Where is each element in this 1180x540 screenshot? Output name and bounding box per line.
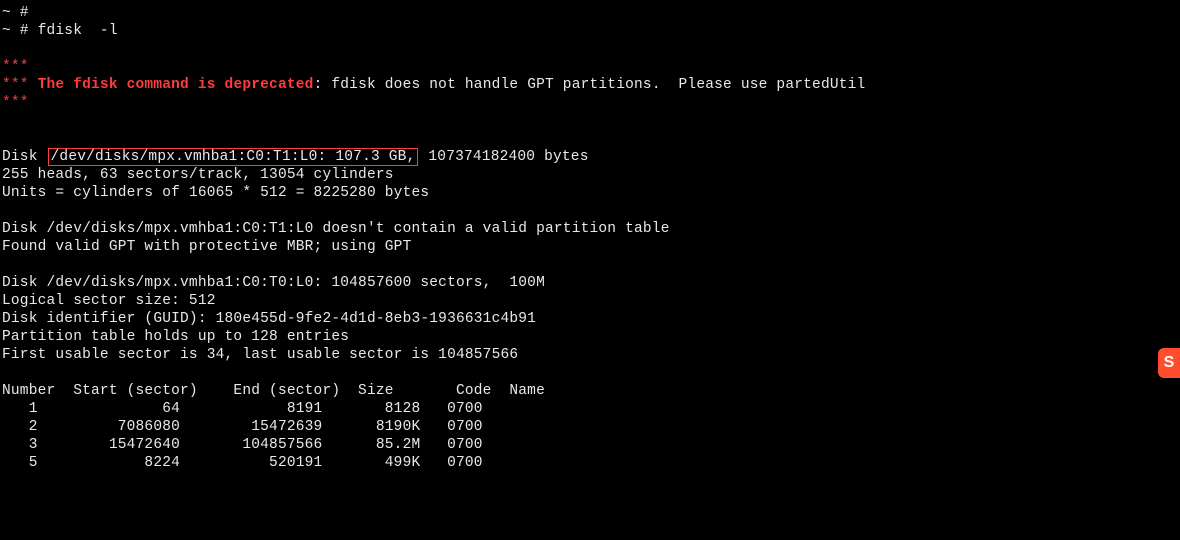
units-line: Units = cylinders of 16065 * 512 = 82252… bbox=[2, 184, 1180, 202]
found-gpt-line: Found valid GPT with protective MBR; usi… bbox=[2, 238, 1180, 256]
disk-line-2: Disk /dev/disks/mpx.vmhba1:C0:T0:L0: 104… bbox=[2, 274, 1180, 292]
disk-line-1: Disk /dev/disks/mpx.vmhba1:C0:T1:L0: 107… bbox=[2, 148, 1180, 166]
no-partition-table-line: Disk /dev/disks/mpx.vmhba1:C0:T1:L0 does… bbox=[2, 220, 1180, 238]
deprecated-message: *** The fdisk command is deprecated: fdi… bbox=[2, 76, 1180, 94]
deprecated-prefix: *** bbox=[2, 77, 38, 93]
blank-line bbox=[2, 256, 1180, 274]
disk-suffix: 107374182400 bytes bbox=[419, 149, 588, 165]
side-badge[interactable]: S bbox=[1158, 348, 1180, 378]
blank-line bbox=[2, 202, 1180, 220]
table-row: 3 15472640 104857566 85.2M 0700 bbox=[2, 436, 1180, 454]
partition-table-header: Number Start (sector) End (sector) Size … bbox=[2, 382, 1180, 400]
command-line: ~ # fdisk -l bbox=[2, 22, 1180, 40]
logical-sector-line: Logical sector size: 512 bbox=[2, 292, 1180, 310]
table-row: 5 8224 520191 499K 0700 bbox=[2, 454, 1180, 472]
entries-line: Partition table holds up to 128 entries bbox=[2, 328, 1180, 346]
disk-prefix: Disk bbox=[2, 149, 47, 165]
blank-line bbox=[2, 130, 1180, 148]
table-row: 1 64 8191 8128 0700 bbox=[2, 400, 1180, 418]
blank-line bbox=[2, 112, 1180, 130]
deprecated-rest: : fdisk does not handle GPT partitions. … bbox=[314, 77, 866, 93]
heads-line: 255 heads, 63 sectors/track, 13054 cylin… bbox=[2, 166, 1180, 184]
guid-line: Disk identifier (GUID): 180e455d-9fe2-4d… bbox=[2, 310, 1180, 328]
prompt-line: ~ # bbox=[2, 4, 1180, 22]
blank-line bbox=[2, 364, 1180, 382]
blank-line bbox=[2, 40, 1180, 58]
usable-sector-line: First usable sector is 34, last usable s… bbox=[2, 346, 1180, 364]
disk-highlight-box: /dev/disks/mpx.vmhba1:C0:T1:L0: 107.3 GB… bbox=[48, 148, 419, 166]
table-row: 2 7086080 15472639 8190K 0700 bbox=[2, 418, 1180, 436]
deprecated-stars: *** bbox=[2, 58, 1180, 76]
deprecated-stars: *** bbox=[2, 94, 1180, 112]
deprecated-bold: The fdisk command is deprecated bbox=[38, 77, 314, 93]
